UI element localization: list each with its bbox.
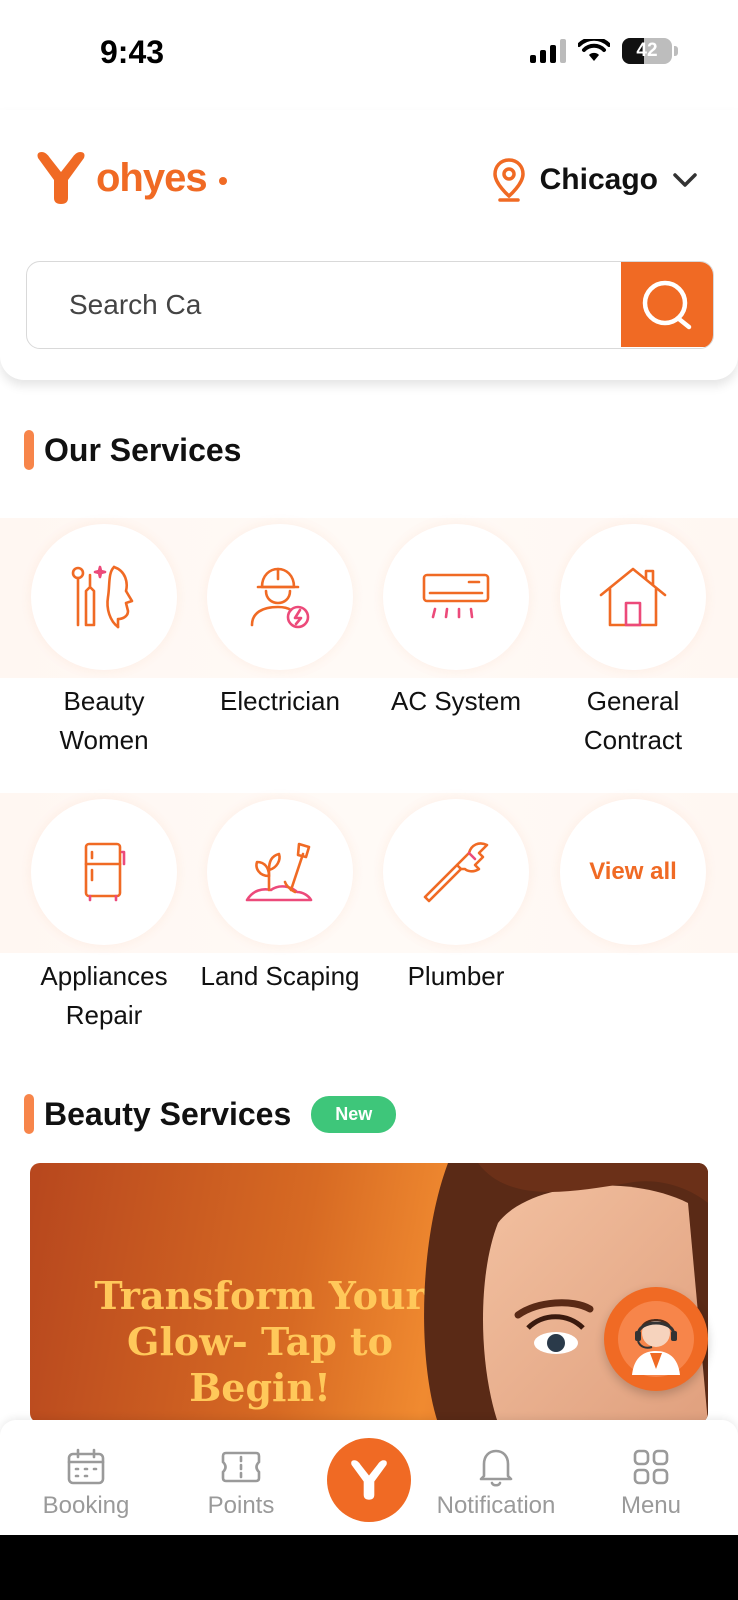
service-icon-circle (31, 799, 177, 945)
section-title: Our Services (44, 431, 242, 468)
system-home-bar (0, 1535, 738, 1600)
house-icon (599, 567, 667, 627)
electrician-icon (250, 567, 310, 629)
wrench-icon (423, 842, 489, 903)
service-plumber[interactable]: Plumber (368, 799, 544, 996)
service-label: Electrician (220, 686, 340, 716)
service-ac-system[interactable]: AC System (368, 524, 544, 721)
support-chat-button[interactable] (604, 1287, 708, 1391)
chevron-down-icon (673, 173, 697, 187)
search-input[interactable] (27, 262, 621, 347)
ac-unit-icon (422, 573, 490, 619)
grid-icon (633, 1449, 669, 1485)
bell-icon (479, 1449, 513, 1487)
status-icons: 42 (530, 38, 678, 64)
beauty-icon (71, 565, 134, 629)
nav-label: Menu (620, 1492, 682, 1519)
nav-menu[interactable]: Menu (576, 1446, 726, 1520)
service-electrician[interactable]: Electrician (192, 524, 368, 721)
calendar-icon (67, 1448, 105, 1485)
section-accent-bar (24, 1094, 34, 1134)
section-accent-bar (24, 430, 34, 470)
nav-label: Booking (42, 1492, 130, 1519)
logo-dot (218, 177, 227, 185)
battery-icon: 42 (622, 38, 672, 64)
service-label: AC System (390, 686, 522, 716)
location-pin-icon (492, 158, 525, 202)
service-land-scaping[interactable]: Land Scaping (192, 799, 368, 996)
nav-booking[interactable]: Booking (11, 1446, 161, 1520)
search-bar (26, 261, 714, 349)
service-label: General Contract (583, 686, 683, 755)
fridge-icon (84, 842, 126, 902)
service-label: Land Scaping (200, 961, 360, 991)
signal-icon (530, 39, 566, 63)
service-icon-circle (207, 524, 353, 670)
city-name: Chicago (539, 163, 658, 196)
service-icon-circle (560, 524, 706, 670)
support-agent-icon (618, 1301, 694, 1377)
banner-headline: Transform Your Glow- Tap to Begin! (94, 1273, 426, 1410)
our-services-header: Our Services (24, 430, 241, 470)
home-logo-icon (351, 1460, 387, 1500)
location-selector[interactable]: Chicago (492, 158, 698, 202)
view-all-link: View all (589, 858, 677, 885)
service-label: Plumber (407, 961, 505, 991)
battery-level: 42 (636, 40, 658, 61)
service-icon-circle (383, 524, 529, 670)
section-title: Beauty Services (44, 1095, 292, 1132)
service-general-contract[interactable]: General Contract (545, 524, 721, 760)
view-all-circle: View all (560, 799, 706, 945)
new-badge: New (311, 1095, 397, 1133)
status-bar: 9:43 42 (0, 0, 738, 110)
header-card: ohyes Chicago (0, 110, 738, 380)
beauty-promo-banner[interactable]: Transform Your Glow- Tap to Begin! (30, 1163, 708, 1423)
home-button[interactable] (327, 1438, 411, 1522)
service-appliances-repair[interactable]: Appliances Repair (16, 799, 192, 1035)
service-beauty-women[interactable]: Beauty Women (16, 524, 192, 760)
service-label: Appliances Repair (40, 961, 168, 1030)
service-icon-circle (383, 799, 529, 945)
nav-label: Notification (436, 1492, 556, 1519)
logo-y-icon (37, 152, 85, 204)
beauty-services-header: Beauty Services New (24, 1094, 397, 1134)
nav-notification[interactable]: Notification (421, 1446, 571, 1520)
search-icon (642, 280, 692, 329)
nav-points[interactable]: Points (166, 1446, 316, 1520)
plant-shovel-icon (245, 842, 313, 902)
bottom-nav: Booking Points Notification Menu (0, 1420, 738, 1535)
status-time: 9:43 (100, 34, 165, 70)
app-logo[interactable]: ohyes (32, 150, 227, 206)
view-all-services[interactable]: View all (545, 799, 721, 945)
logo-text: ohyes (96, 155, 208, 200)
nav-label: Points (207, 1492, 275, 1519)
ticket-icon (221, 1451, 261, 1483)
wifi-icon (578, 39, 610, 61)
service-icon-circle (207, 799, 353, 945)
service-label: Beauty Women (59, 686, 149, 755)
search-button[interactable] (621, 262, 713, 347)
service-icon-circle (31, 524, 177, 670)
